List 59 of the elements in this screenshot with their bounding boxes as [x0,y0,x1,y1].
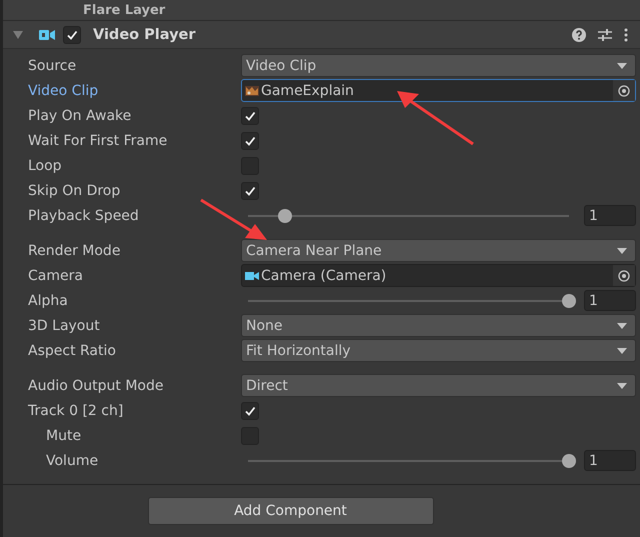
property-label: Aspect Ratio [27,342,117,358]
property-label: Alpha [27,292,69,308]
object-field[interactable]: GameExplain [241,79,636,102]
property-label: Audio Output Mode [27,378,164,394]
enabled-checkbox[interactable] [63,26,81,44]
slider-thumb[interactable] [562,454,576,468]
checkbox[interactable] [241,106,259,124]
property-label: Wait For First Frame [27,132,168,148]
arrow-annotation [199,198,269,242]
slider-thumb[interactable] [562,294,576,308]
target-icon [618,84,630,96]
object-picker-button[interactable] [613,265,635,286]
check-icon [244,184,256,196]
video-clip-icon [245,84,259,96]
property-label: Play On Awake [27,108,132,124]
more-icon[interactable] [624,28,628,42]
caret-icon [617,62,627,68]
caret-icon [617,322,627,328]
dropdown[interactable]: Direct [241,374,636,397]
video-player-icon [39,28,55,40]
caret-icon [617,248,627,254]
number-field[interactable]: 1 [584,290,636,311]
settings-icon[interactable] [598,28,612,42]
number-field[interactable]: 1 [584,450,636,471]
check-icon [244,110,256,122]
caret-icon [617,382,627,388]
help-icon[interactable] [572,28,586,42]
check-icon [244,134,256,146]
object-field[interactable]: Camera (Camera) [241,264,636,287]
camera-icon [245,270,259,280]
property-label: Volume [45,452,100,468]
property-label: Mute [45,428,82,444]
foldout-arrow-icon[interactable] [13,30,23,38]
checkbox[interactable] [241,182,259,200]
dropdown[interactable]: Camera Near Plane [241,239,636,262]
property-label: Render Mode [27,242,122,258]
property-label: Skip On Drop [27,182,122,198]
number-field[interactable]: 1 [584,205,636,226]
checkbox[interactable] [241,402,259,420]
property-label: Video Clip [27,82,100,98]
property-label: Source [27,58,78,74]
dropdown[interactable]: None [241,314,636,337]
add-component-button[interactable]: Add Component [148,497,434,525]
object-picker-button[interactable] [613,80,635,101]
target-icon [618,270,630,282]
dropdown[interactable]: Fit Horizontally [241,339,636,362]
property-label: Track 0 [2 ch] [27,402,124,418]
property-label: 3D Layout [27,318,101,334]
property-label: Playback Speed [27,208,140,224]
check-icon [244,404,256,416]
check-icon [66,28,78,40]
dropdown[interactable]: Video Clip [241,54,636,77]
component-title: Flare Layer [83,2,166,18]
slider-thumb[interactable] [278,208,292,222]
checkbox[interactable] [241,132,259,150]
property-label: Camera [27,268,84,284]
component-title: Video Player [93,26,196,42]
property-label: Loop [27,158,63,174]
caret-icon [617,348,627,354]
